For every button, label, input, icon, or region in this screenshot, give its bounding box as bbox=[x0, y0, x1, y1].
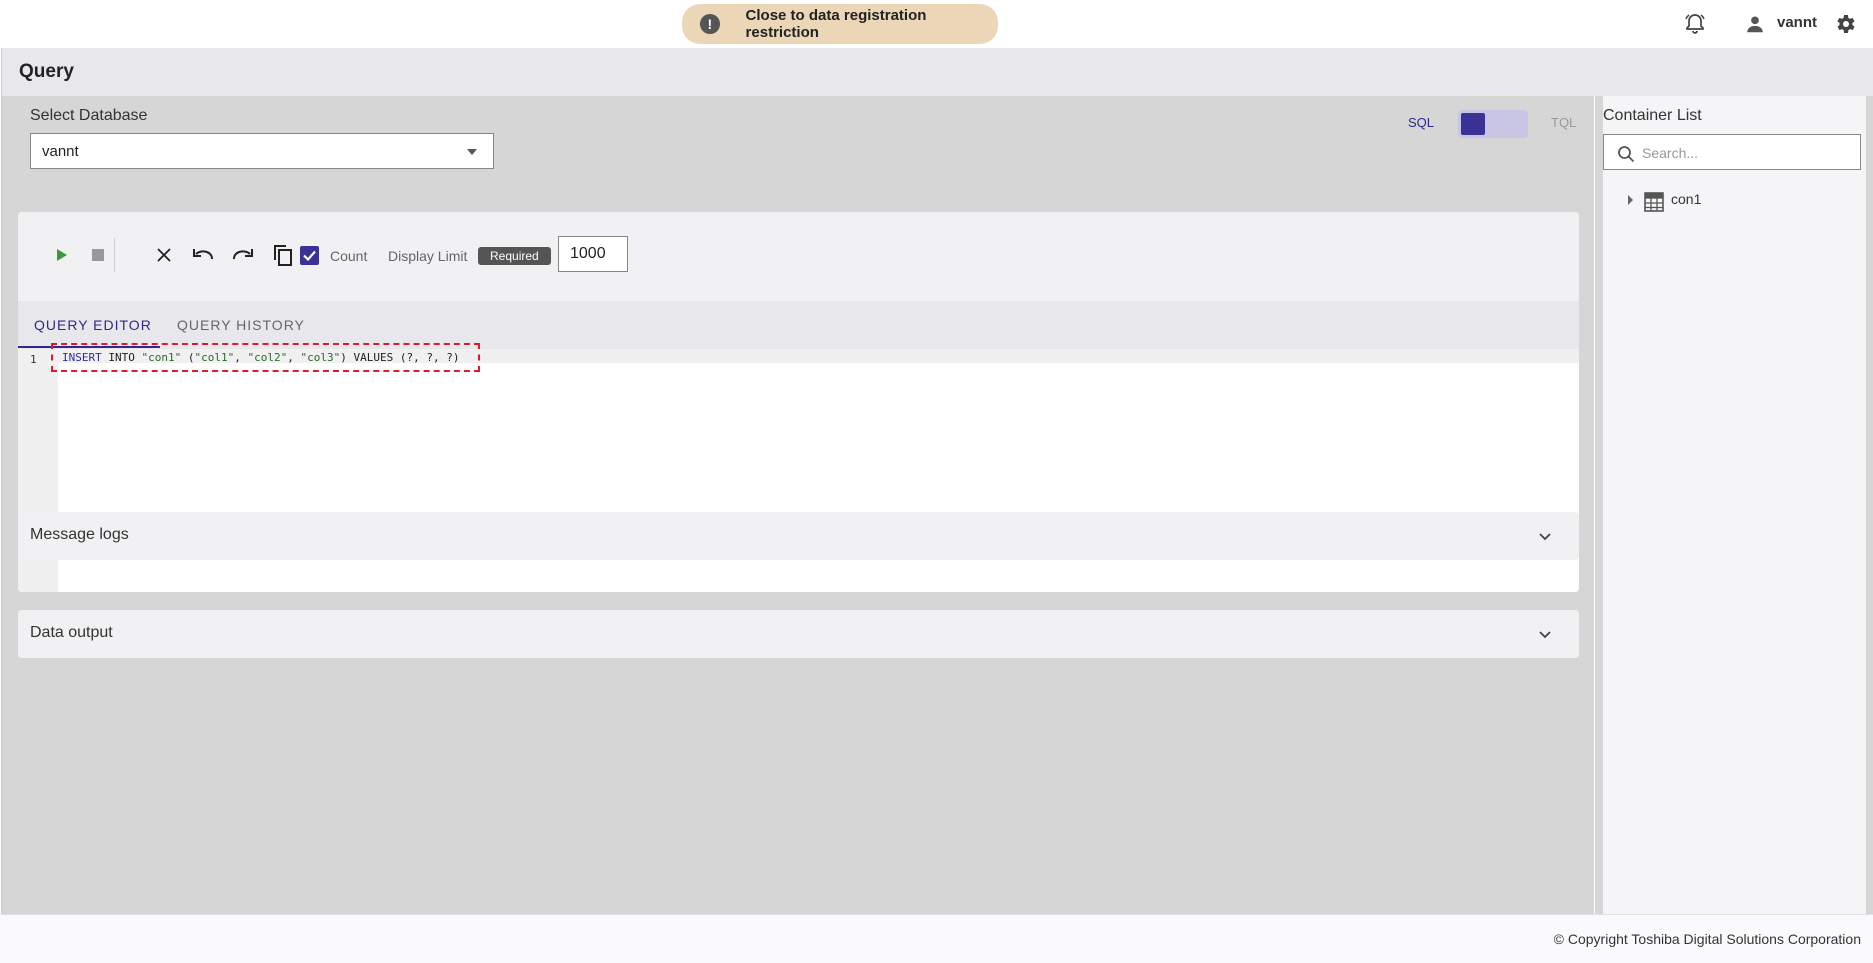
title-band: Query bbox=[1, 48, 1873, 96]
top-bar: ! Close to data registration restriction… bbox=[0, 0, 1873, 48]
banner-text: Close to data registration restriction bbox=[745, 7, 927, 41]
tql-mode-label: TQL bbox=[1551, 115, 1577, 130]
container-list-title: Container List bbox=[1603, 107, 1702, 124]
warning-icon: ! bbox=[700, 14, 720, 34]
notification-bell-icon[interactable] bbox=[1683, 12, 1707, 36]
sql-tql-toggle[interactable] bbox=[1458, 110, 1528, 138]
count-label: Count bbox=[330, 248, 368, 264]
close-icon bbox=[157, 248, 171, 262]
chevron-down-icon bbox=[1539, 631, 1551, 639]
container-list-panel: Container List con1 bbox=[1595, 96, 1873, 914]
undo-icon bbox=[193, 249, 214, 260]
toggle-knob bbox=[1461, 113, 1485, 135]
data-output-panel[interactable]: Data output bbox=[18, 610, 1579, 658]
editor-tabs: QUERY EDITOR QUERY HISTORY bbox=[18, 301, 1579, 349]
user-name[interactable]: vannt bbox=[1777, 14, 1817, 31]
container-search[interactable] bbox=[1603, 134, 1861, 170]
display-limit-label: Display Limit bbox=[388, 248, 468, 264]
stop-icon bbox=[92, 249, 104, 261]
query-main: Select Database vannt SQL TQL Count Disp… bbox=[1, 96, 1594, 914]
sql-mode-label: SQL bbox=[1408, 115, 1435, 130]
copyright-text: © Copyright Toshiba Digital Solutions Co… bbox=[1553, 931, 1861, 947]
expand-caret-icon[interactable] bbox=[1628, 195, 1633, 205]
copy-button[interactable] bbox=[270, 242, 296, 268]
play-icon bbox=[57, 249, 67, 261]
container-search-input[interactable] bbox=[1642, 143, 1842, 163]
count-checkbox[interactable] bbox=[300, 246, 319, 265]
tab-query-editor[interactable]: QUERY EDITOR bbox=[34, 317, 152, 333]
data-output-label: Data output bbox=[30, 624, 113, 641]
redo-button[interactable] bbox=[230, 242, 256, 268]
redo-icon bbox=[232, 249, 253, 260]
search-icon bbox=[1618, 146, 1635, 163]
toolbar-divider bbox=[114, 238, 115, 272]
select-database-label: Select Database bbox=[30, 107, 148, 124]
tree-item-con1[interactable]: con1 bbox=[1603, 188, 1861, 212]
container-list-inner: Container List con1 bbox=[1603, 96, 1866, 914]
chevron-down-icon bbox=[1539, 533, 1551, 541]
table-icon bbox=[1644, 192, 1664, 212]
undo-button[interactable] bbox=[190, 242, 216, 268]
database-select-value: vannt bbox=[42, 142, 79, 160]
query-toolbar: Count Display Limit Required bbox=[18, 212, 1579, 301]
required-badge: Required bbox=[478, 247, 551, 265]
user-icon[interactable] bbox=[1744, 13, 1766, 35]
footer: © Copyright Toshiba Digital Solutions Co… bbox=[0, 914, 1873, 963]
tab-query-history[interactable]: QUERY HISTORY bbox=[177, 317, 305, 333]
message-logs-panel[interactable]: Message logs bbox=[18, 512, 1579, 560]
tree-item-label: con1 bbox=[1671, 191, 1702, 207]
restriction-banner: ! Close to data registration restriction bbox=[682, 4, 998, 44]
page-title: Query bbox=[19, 61, 74, 82]
check-icon bbox=[303, 250, 316, 261]
line-number: 1 bbox=[30, 353, 37, 366]
stop-button[interactable] bbox=[85, 242, 111, 268]
chevron-down-icon bbox=[467, 149, 477, 155]
code-highlight-box bbox=[51, 343, 480, 372]
clear-button[interactable] bbox=[151, 242, 177, 268]
run-button[interactable] bbox=[48, 242, 74, 268]
message-logs-label: Message logs bbox=[30, 526, 129, 543]
database-select[interactable]: vannt bbox=[30, 133, 494, 169]
display-limit-input[interactable] bbox=[558, 236, 628, 272]
gear-icon[interactable] bbox=[1833, 12, 1857, 36]
copy-icon bbox=[274, 245, 292, 266]
